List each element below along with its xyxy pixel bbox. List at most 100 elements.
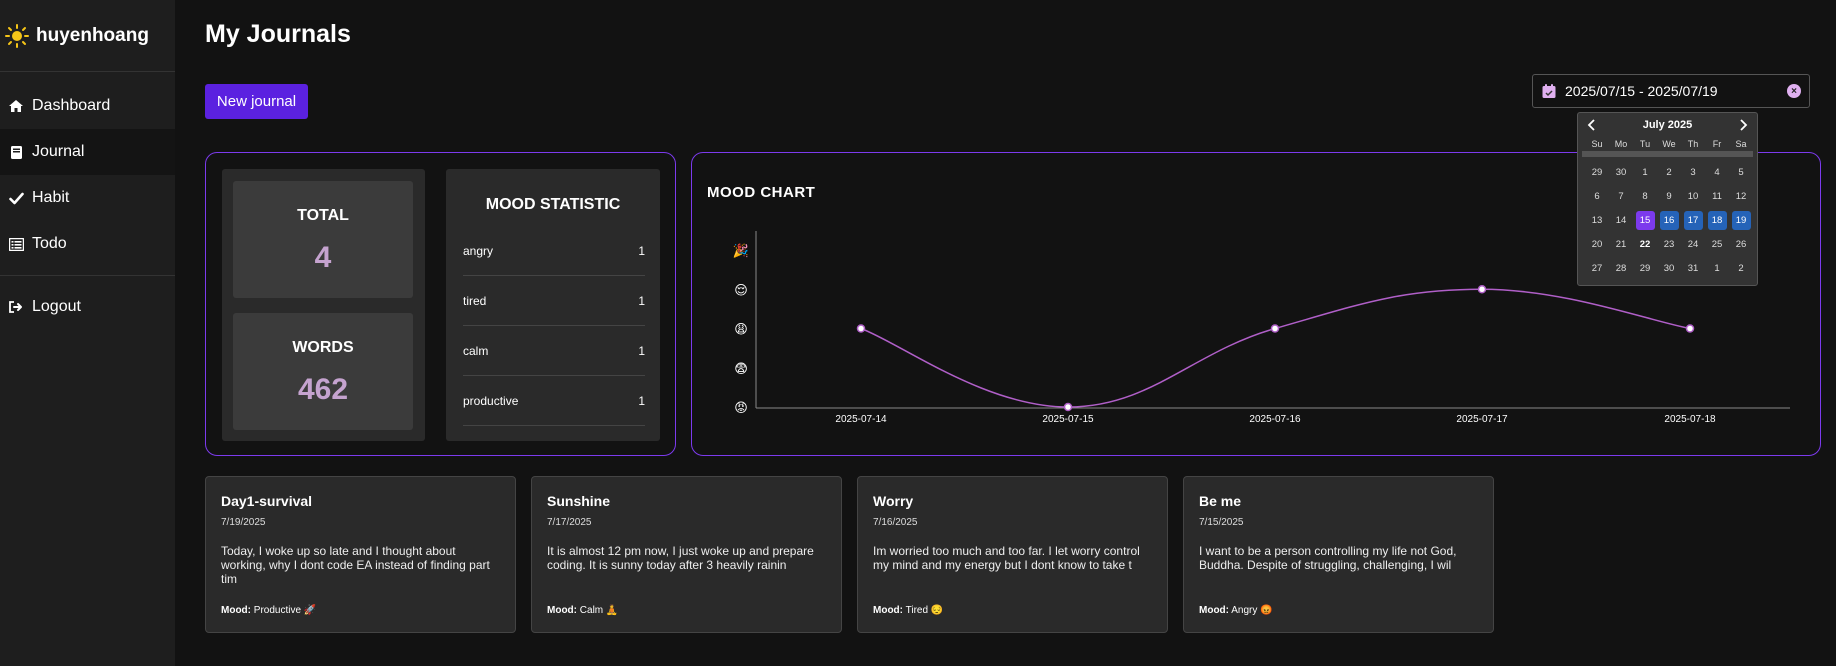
- sun-icon: [4, 23, 30, 49]
- calendar-day[interactable]: 29: [1633, 256, 1657, 280]
- calendar-day-label: 13: [1591, 214, 1603, 226]
- calendar-day[interactable]: 22: [1633, 232, 1657, 256]
- calendar-day-label: 27: [1591, 262, 1603, 274]
- mood-value: Productive 🚀: [253, 605, 317, 616]
- calendar-day[interactable]: 31: [1681, 256, 1705, 280]
- new-journal-button[interactable]: New journal: [205, 84, 308, 119]
- date-range-input[interactable]: [1565, 83, 1787, 99]
- calendar-day[interactable]: 25: [1705, 232, 1729, 256]
- calendar-day-label: 25: [1711, 238, 1723, 250]
- calendar-day[interactable]: 30: [1609, 160, 1633, 184]
- mood-row: calm 1: [463, 326, 645, 376]
- weekday-label: Tu: [1639, 139, 1651, 149]
- sidebar-item-label: Habit: [32, 189, 70, 206]
- sidebar-item-todo[interactable]: Todo: [0, 221, 175, 267]
- calendar-day[interactable]: 28: [1609, 256, 1633, 280]
- calendar-day[interactable]: 16: [1657, 208, 1681, 232]
- calendar-day-label: 18: [1707, 210, 1727, 230]
- calendar-day[interactable]: 2: [1657, 160, 1681, 184]
- calendar-day-label: 8: [1642, 190, 1648, 202]
- x-tick-label: 2025-07-18: [1664, 414, 1716, 425]
- y-tick-label: 🎉: [733, 243, 749, 259]
- prev-month-icon[interactable]: [1584, 117, 1600, 133]
- calendar-icon: [1541, 83, 1557, 99]
- calendar-day[interactable]: 1: [1705, 256, 1729, 280]
- calendar-day[interactable]: 7: [1609, 184, 1633, 208]
- book-icon: [6, 143, 26, 161]
- journal-title: Sunshine: [547, 493, 611, 509]
- calendar-day-label: 7: [1618, 190, 1624, 202]
- calendar-day[interactable]: 26: [1729, 232, 1753, 256]
- calendar-day-label: 10: [1687, 190, 1699, 202]
- calendar-day[interactable]: 5: [1729, 160, 1753, 184]
- total-card: TOTAL 4: [233, 181, 413, 298]
- calendar-day[interactable]: 15: [1633, 208, 1657, 232]
- next-month-icon[interactable]: [1735, 117, 1751, 133]
- mood-point: [1270, 324, 1280, 333]
- total-value: 4: [314, 241, 332, 274]
- calendar-day-label: 22: [1639, 238, 1651, 250]
- calendar-day-label: 5: [1738, 166, 1744, 178]
- journal-excerpt: I want to be a person controlling my lif…: [1199, 544, 1457, 572]
- sidebar-item-dashboard[interactable]: Dashboard: [0, 83, 175, 129]
- list-icon: [6, 235, 26, 253]
- journal-card[interactable]: Sunshine 7/17/2025 It is almost 12 pm no…: [531, 476, 842, 633]
- mood-name: angry: [463, 243, 494, 258]
- journal-mood: Mood: Tired 😔: [873, 605, 943, 616]
- nav-menu: Dashboard Journal Habit Todo Logout: [0, 83, 175, 330]
- journal-excerpt: It is almost 12 pm now, I just woke up a…: [547, 544, 814, 572]
- logout-button[interactable]: Logout: [0, 284, 175, 330]
- calendar-day-label: 24: [1687, 238, 1699, 250]
- calendar-day[interactable]: 27: [1585, 256, 1609, 280]
- calendar-day[interactable]: 14: [1609, 208, 1633, 232]
- date-range-calendar[interactable]: July 2025 Su Mo Tu We Th Fr Sa 29 30 1 2 3 4 5 6 7 8 9 10…: [1577, 112, 1758, 286]
- calendar-day[interactable]: 18: [1705, 208, 1729, 232]
- calendar-day[interactable]: 24: [1681, 232, 1705, 256]
- calendar-day[interactable]: 29: [1585, 160, 1609, 184]
- calendar-day-label: 23: [1663, 238, 1675, 250]
- calendar-day-label: 30: [1615, 166, 1627, 178]
- calendar-day[interactable]: 12: [1729, 184, 1753, 208]
- mood-count: 1: [638, 343, 645, 358]
- logout-icon: [6, 298, 26, 316]
- calendar-day[interactable]: 20: [1585, 232, 1609, 256]
- calendar-day[interactable]: 17: [1681, 208, 1705, 232]
- journal-mood: Mood: Calm 🧘: [547, 605, 618, 616]
- checkmark-icon: [6, 189, 26, 207]
- mood-point: [1063, 402, 1073, 412]
- calendar-day[interactable]: 1: [1633, 160, 1657, 184]
- calendar-day[interactable]: 23: [1657, 232, 1681, 256]
- sidebar-item-journal[interactable]: Journal: [0, 129, 175, 175]
- calendar-day[interactable]: 8: [1633, 184, 1657, 208]
- mood-count: 1: [638, 243, 645, 258]
- y-tick-label: 😌: [734, 283, 748, 298]
- clear-icon[interactable]: ×: [1787, 84, 1801, 98]
- journal-card[interactable]: Be me 7/15/2025 I want to be a person co…: [1183, 476, 1494, 633]
- calendar-day[interactable]: 21: [1609, 232, 1633, 256]
- calendar-day[interactable]: 3: [1681, 160, 1705, 184]
- date-range-picker[interactable]: ×: [1532, 74, 1810, 108]
- calendar-divider: [1582, 151, 1753, 157]
- calendar-day-label: 29: [1591, 166, 1603, 178]
- journal-mood: Mood: Productive 🚀: [221, 605, 316, 616]
- calendar-day[interactable]: 11: [1705, 184, 1729, 208]
- calendar-day[interactable]: 4: [1705, 160, 1729, 184]
- journal-card[interactable]: Day1-survival 7/19/2025 Today, I woke up…: [205, 476, 516, 633]
- calendar-day[interactable]: 9: [1657, 184, 1681, 208]
- calendar-day[interactable]: 30: [1657, 256, 1681, 280]
- calendar-day[interactable]: 19: [1729, 208, 1753, 232]
- calendar-day[interactable]: 13: [1585, 208, 1609, 232]
- calendar-day-label: 2: [1666, 166, 1672, 178]
- calendar-day[interactable]: 6: [1585, 184, 1609, 208]
- calendar-day[interactable]: 2: [1729, 256, 1753, 280]
- mood-line: [860, 288, 1691, 408]
- mood-name: calm: [463, 343, 489, 358]
- mood-point: [1477, 285, 1487, 294]
- mood-value: Tired 😔: [905, 605, 944, 616]
- sidebar-item-habit[interactable]: Habit: [0, 175, 175, 221]
- mood-label: Mood:: [1199, 605, 1229, 616]
- calendar-day[interactable]: 10: [1681, 184, 1705, 208]
- mood-value: Angry 😡: [1231, 605, 1273, 616]
- journal-card[interactable]: Worry 7/16/2025 Im worried too much and …: [857, 476, 1168, 633]
- mood-label: Mood:: [221, 605, 251, 616]
